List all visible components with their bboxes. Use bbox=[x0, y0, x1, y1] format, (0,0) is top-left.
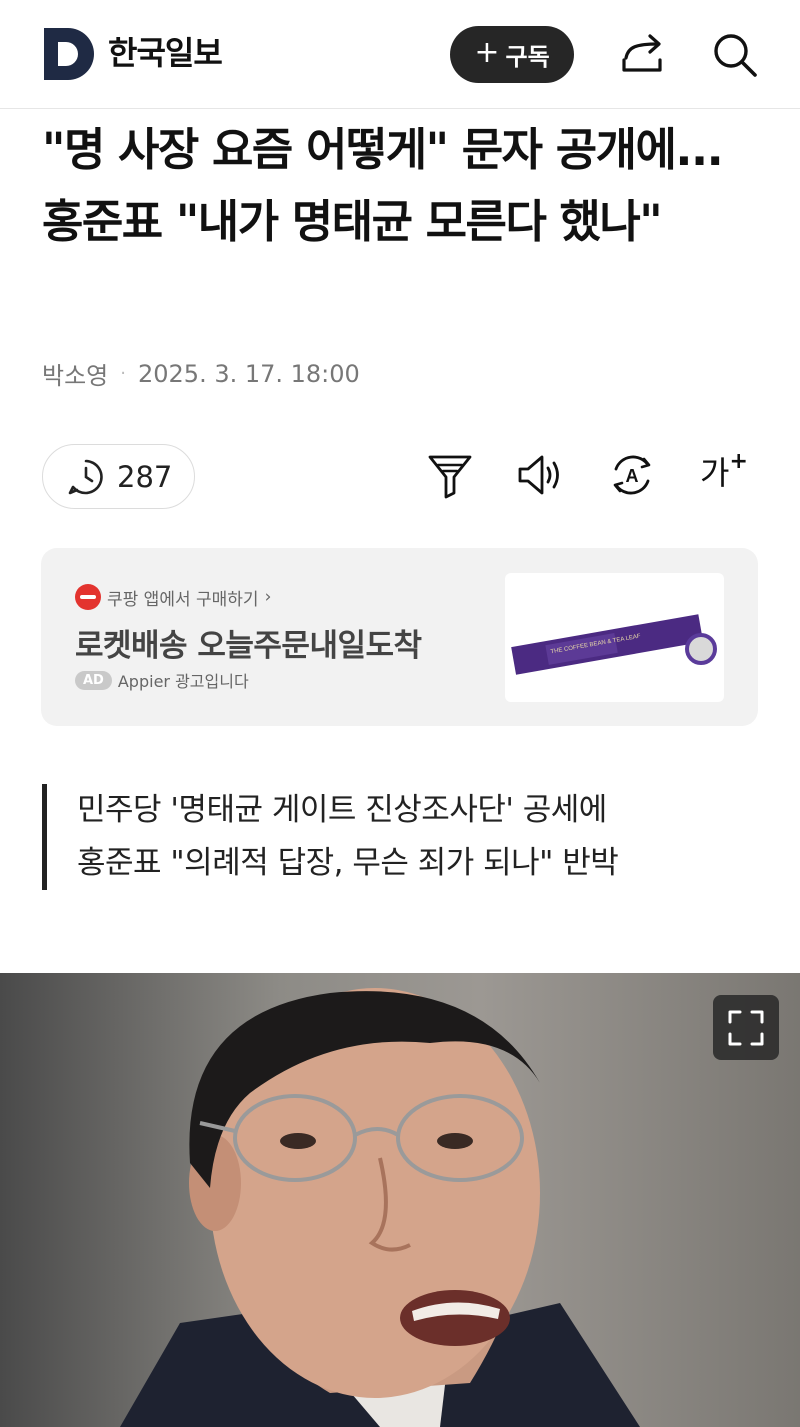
ad-note: AD Appier 광고입니다 bbox=[75, 668, 249, 692]
font-size-button[interactable]: 가+ bbox=[700, 448, 748, 494]
ad-title: 로켓배송 오늘주문내일도착 bbox=[75, 628, 422, 664]
share-icon[interactable] bbox=[618, 30, 668, 80]
article-photo[interactable] bbox=[0, 973, 800, 1427]
chevron-right-icon: › bbox=[264, 587, 272, 607]
ad-badge: AD bbox=[75, 670, 112, 690]
ad-source-label: 쿠팡 앱에서 구매하기 bbox=[107, 589, 259, 610]
expand-icon bbox=[728, 1010, 764, 1045]
search-icon[interactable] bbox=[710, 30, 760, 80]
publish-datetime: 2025. 3. 17. 18:00 bbox=[137, 359, 360, 388]
summary-line: 민주당 '명태균 게이트 진상조사단' 공세에 bbox=[77, 792, 607, 828]
svg-text:A: A bbox=[626, 466, 639, 486]
author-name[interactable]: 박소영 bbox=[42, 356, 108, 391]
speaker-icon[interactable] bbox=[516, 451, 564, 499]
brand-name[interactable]: 한국일보 bbox=[108, 30, 223, 76]
ad-product-image: THE COFFEE BEAN & TEA LEAF bbox=[505, 573, 724, 702]
ad-note-label: Appier 광고입니다 bbox=[117, 672, 249, 691]
font-size-label: 가 bbox=[700, 454, 730, 492]
summary-line: 홍준표 "의례적 답장, 무슨 죄가 되나" 반박 bbox=[77, 845, 619, 881]
meta-separator: · bbox=[120, 363, 126, 384]
ad-source: 쿠팡 앱에서 구매하기 › bbox=[75, 584, 271, 610]
comments-button[interactable]: 287 bbox=[42, 444, 195, 509]
comment-clock-icon bbox=[68, 459, 103, 494]
plus-icon: + bbox=[474, 35, 500, 70]
article-summary: 민주당 '명태균 게이트 진상조사단' 공세에 홍준표 "의례적 답장, 무슨 … bbox=[42, 784, 737, 890]
filter-icon[interactable] bbox=[426, 451, 474, 499]
article-headline: "명 사장 요즘 어떻게" 문자 공개에... 홍준표 "내가 명태균 모른다 … bbox=[42, 123, 724, 248]
top-bar: 한국일보 + 구독 bbox=[0, 0, 800, 109]
ad-banner[interactable]: 쿠팡 앱에서 구매하기 › 로켓배송 오늘주문내일도착 AD Appier 광고… bbox=[41, 548, 758, 726]
hankook-ilbo-logo[interactable] bbox=[42, 28, 94, 80]
expand-photo-button[interactable] bbox=[713, 995, 779, 1060]
subscribe-label: 구독 bbox=[505, 43, 550, 71]
comment-count: 287 bbox=[117, 459, 173, 494]
plus-icon: + bbox=[729, 449, 748, 475]
article-meta: 박소영 · 2025. 3. 17. 18:00 bbox=[42, 356, 360, 391]
subscribe-button[interactable]: + 구독 bbox=[450, 26, 574, 83]
translate-icon[interactable]: A bbox=[608, 451, 656, 499]
coupang-logo-icon bbox=[75, 584, 101, 610]
